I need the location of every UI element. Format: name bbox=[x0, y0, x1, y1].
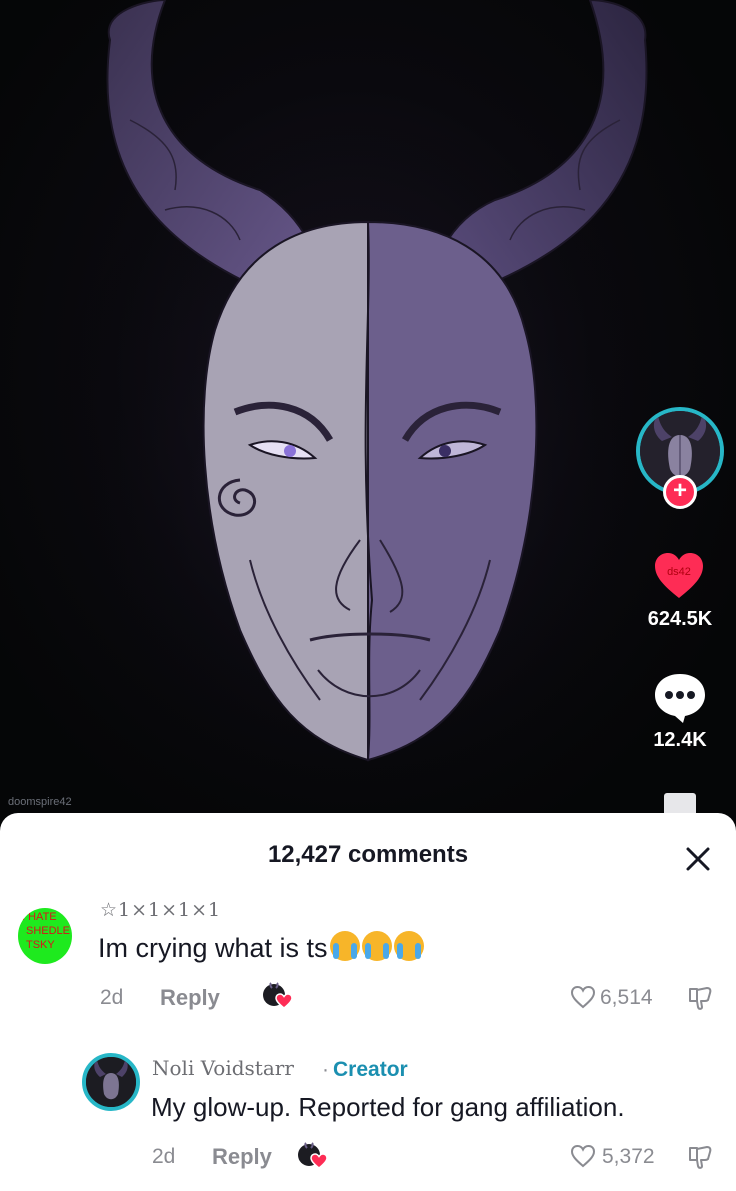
comments-panel: 12,427 comments I HATE SHEDLE TSKY ☆1×1×… bbox=[0, 813, 736, 1191]
crying-face-icon bbox=[393, 931, 424, 961]
liked-by-creator-icon bbox=[298, 1142, 327, 1169]
separator-dot: · bbox=[322, 1058, 329, 1081]
close-icon[interactable] bbox=[683, 844, 713, 874]
reply-like-count: 5,372 bbox=[602, 1145, 655, 1168]
badge-line: TSKY bbox=[26, 939, 55, 951]
watermark: doomspire42 bbox=[8, 796, 72, 808]
crying-face-icon bbox=[361, 931, 392, 961]
creator-reply-avatar[interactable] bbox=[82, 1053, 140, 1111]
like-outline-icon[interactable] bbox=[570, 985, 596, 1009]
comment-time: 2d bbox=[100, 986, 124, 1009]
dislike-icon[interactable] bbox=[687, 1144, 713, 1170]
crying-face-icon bbox=[329, 931, 360, 961]
reply-button[interactable]: Reply bbox=[160, 985, 220, 1011]
badge-line: SHEDLE bbox=[26, 925, 71, 937]
creator-tag: Creator bbox=[333, 1058, 408, 1081]
video-player[interactable]: doomspire42 + ds42 624.5K 12.4K bbox=[0, 0, 736, 820]
liked-by-creator-icon bbox=[263, 982, 292, 1009]
like-count: 624.5K bbox=[647, 608, 713, 630]
reply-time: 2d bbox=[152, 1145, 176, 1168]
creator-label: · Creator bbox=[322, 1058, 408, 1082]
reply-username[interactable]: Noli Voidstarr bbox=[152, 1056, 294, 1080]
comment-bubble-icon[interactable] bbox=[653, 672, 707, 724]
follow-plus-button[interactable]: + bbox=[663, 475, 697, 509]
action-rail: + ds42 624.5K 12.4K bbox=[636, 0, 736, 820]
user-avatar-badge[interactable]: I HATE SHEDLE TSKY bbox=[18, 908, 72, 964]
comment-count: 12.4K bbox=[653, 729, 707, 751]
like-overlay-text: ds42 bbox=[667, 566, 691, 578]
comment-text-body: Im crying what is ts bbox=[98, 933, 328, 963]
avatar-image bbox=[86, 1057, 136, 1107]
reply-text: My glow-up. Reported for gang affiliatio… bbox=[151, 1092, 625, 1122]
reply-button[interactable]: Reply bbox=[212, 1144, 272, 1170]
dislike-icon[interactable] bbox=[687, 985, 713, 1011]
comments-count-title: 12,427 comments bbox=[267, 841, 469, 868]
comment-text: Im crying what is ts bbox=[98, 931, 424, 964]
comment-like-count: 6,514 bbox=[600, 986, 653, 1009]
badge-line: I HATE bbox=[22, 911, 57, 923]
like-outline-icon[interactable] bbox=[570, 1144, 596, 1168]
comment-username[interactable]: ☆1×1×1×1 bbox=[100, 899, 221, 921]
demon-face-artwork bbox=[30, 0, 690, 820]
